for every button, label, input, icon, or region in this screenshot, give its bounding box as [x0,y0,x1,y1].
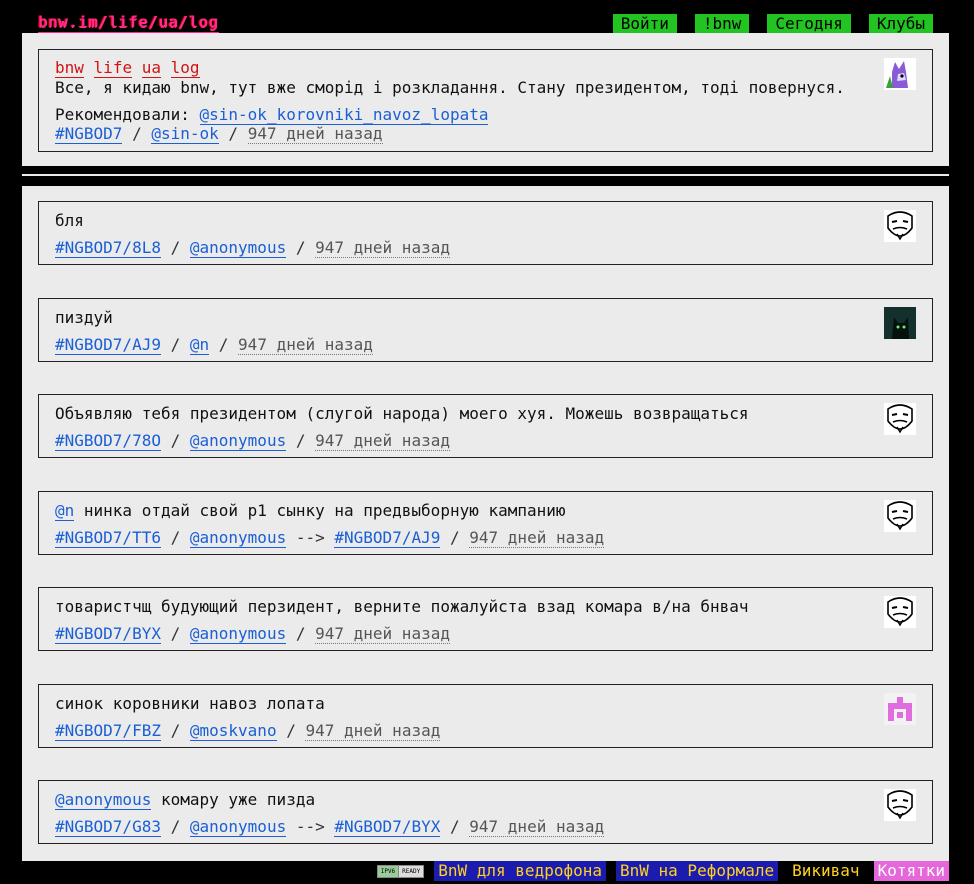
anonymous-mask-icon[interactable] [884,596,916,628]
comment-body: комару уже пизда [151,790,316,809]
mention-link[interactable]: @anonymous [55,790,152,810]
recommended-label: Рекомендовали: [55,105,200,124]
bnw-club-link[interactable]: !bnw [694,14,750,33]
clubs-link[interactable]: Клубы [868,14,933,33]
reply-to-link[interactable]: #NGBOD7/BYX [334,817,441,837]
site-logo[interactable]: bnw.im/life/ua/log [38,12,219,35]
comment-meta: #NGBOD7/G83 / @anonymous --> #NGBOD7/BYX… [55,817,605,837]
comment-body: нинка отдай свой р1 сынку на предвыборну… [74,501,566,520]
author-link[interactable]: @n [189,335,210,355]
post-meta: #NGBOD7 / @sin-ok / 947 дней назад [55,124,383,144]
mention-link[interactable]: @n [55,501,75,521]
comment-text: пиздуй [55,308,113,327]
author-link[interactable]: @anonymous [189,238,287,258]
comment-date: 947 дней назад [469,528,605,548]
comment-item: пиздуй #NGBOD7/AJ9 / @n / 947 дней назад [38,298,933,362]
comment-id-link[interactable]: #NGBOD7/TT6 [55,528,161,548]
badge-left-label: IPV6 [377,865,399,877]
post-tags: bnw life ua log [55,58,200,78]
dark-cat-icon[interactable] [884,307,916,339]
author-link[interactable]: @moskvano [189,721,277,741]
comment-id-link[interactable]: #NGBOD7/AJ9 [55,335,161,355]
today-link[interactable]: Сегодня [767,14,851,33]
comment-item: @anonymous комару уже пизда #NGBOD7/G83 … [38,780,933,844]
anonymous-mask-icon[interactable] [884,500,916,532]
comment-item: бля #NGBOD7/8L8 / @anonymous / 947 дней … [38,201,933,265]
comment-meta: #NGBOD7/8L8 / @anonymous / 947 дней наза… [55,238,450,258]
comment-date: 947 дней назад [315,624,450,644]
comment-date: 947 дней назад [305,721,441,741]
footer-links: IPV6 READY BnW для ведрофона BnW на Рефо… [376,861,949,881]
comment-meta: #NGBOD7/TT6 / @anonymous --> #NGBOD7/AJ9… [55,528,605,548]
comment-id-link[interactable]: #NGBOD7/78O [55,431,161,451]
tag-link[interactable]: bnw [55,58,84,78]
author-link[interactable]: @anonymous [189,528,287,548]
login-button[interactable]: Войти [612,14,677,33]
recommended-user-link[interactable]: @sin-ok_korovniki_navoz_lopata [199,105,489,125]
tag-link[interactable]: life [93,58,133,78]
comment-item: @n нинка отдай свой р1 сынку на предвыбо… [38,491,933,555]
comment-date: 947 дней назад [315,431,450,451]
ipv6-ready-badge[interactable]: IPV6 READY [376,864,425,878]
author-link[interactable]: @anonymous [189,431,287,451]
comment-id-link[interactable]: #NGBOD7/FBZ [55,721,161,741]
comment-text: Объявляю тебя президентом (слугой народа… [55,404,749,423]
author-link[interactable]: @anonymous [189,817,287,837]
kittens-link[interactable]: Котятки [873,861,949,881]
top-bar: bnw.im/life/ua/log Войти !bnw Сегодня Кл… [0,0,974,35]
recommended-line: Рекомендовали: @sin-ok_korovniki_navoz_l… [55,105,489,125]
post-date: 947 дней назад [247,124,383,144]
anonymous-mask-icon[interactable] [884,789,916,821]
comment-item: товаристчщ будующий перзидент, верните п… [38,587,933,651]
comment-text: @anonymous комару уже пизда [55,790,315,810]
post-id-link[interactable]: #NGBOD7 [55,124,123,144]
comment-meta: #NGBOD7/78O / @anonymous / 947 дней наза… [55,431,450,451]
comment-date: 947 дней назад [238,335,373,355]
badge-right-label: READY [398,865,424,877]
reply-to-link[interactable]: #NGBOD7/AJ9 [334,528,441,548]
comment-meta: #NGBOD7/BYX / @anonymous / 947 дней наза… [55,624,450,644]
comment-date: 947 дней назад [469,817,605,837]
comment-text: бля [55,211,84,230]
comment-id-link[interactable]: #NGBOD7/G83 [55,817,161,837]
comment-text: синок коровники навоз лопата [55,694,325,713]
pixel-identicon-icon[interactable] [884,693,916,725]
comment-date: 947 дней назад [315,238,450,258]
comment-meta: #NGBOD7/FBZ / @moskvano / 947 дней назад [55,721,441,741]
comment-text: @n нинка отдай свой р1 сынку на предвыбо… [55,501,566,521]
tag-link[interactable]: log [170,58,200,78]
reply-arrow: --> [295,817,325,836]
wiki-link[interactable]: Викивач [788,861,864,881]
main-post: bnw life ua log Все, я кидаю bnw, тут вж… [38,49,933,152]
comment-meta: #NGBOD7/AJ9 / @n / 947 дней назад [55,335,373,355]
comment-item: Объявляю тебя президентом (слугой народа… [38,394,933,458]
comment-id-link[interactable]: #NGBOD7/BYX [55,624,161,644]
author-link[interactable]: @sin-ok [151,124,219,144]
divider [22,174,949,176]
reply-arrow: --> [295,528,325,547]
reformal-link[interactable]: BnW на Реформале [616,861,779,881]
mobile-version-link[interactable]: BnW для ведрофона [434,861,606,881]
comment-id-link[interactable]: #NGBOD7/8L8 [55,238,161,258]
avatar-purple-creature-icon[interactable] [884,58,916,90]
post-text: Все, я кидаю bnw, тут вже сморід і розкл… [55,78,845,97]
anonymous-mask-icon[interactable] [884,210,916,242]
anonymous-mask-icon[interactable] [884,403,916,435]
top-nav: Войти !bnw Сегодня Клубы [612,14,933,33]
comment-text: товаристчщ будующий перзидент, верните п… [55,597,749,616]
author-link[interactable]: @anonymous [189,624,287,644]
tag-link[interactable]: ua [141,58,161,78]
comment-item: синок коровники навоз лопата #NGBOD7/FBZ… [38,684,933,748]
